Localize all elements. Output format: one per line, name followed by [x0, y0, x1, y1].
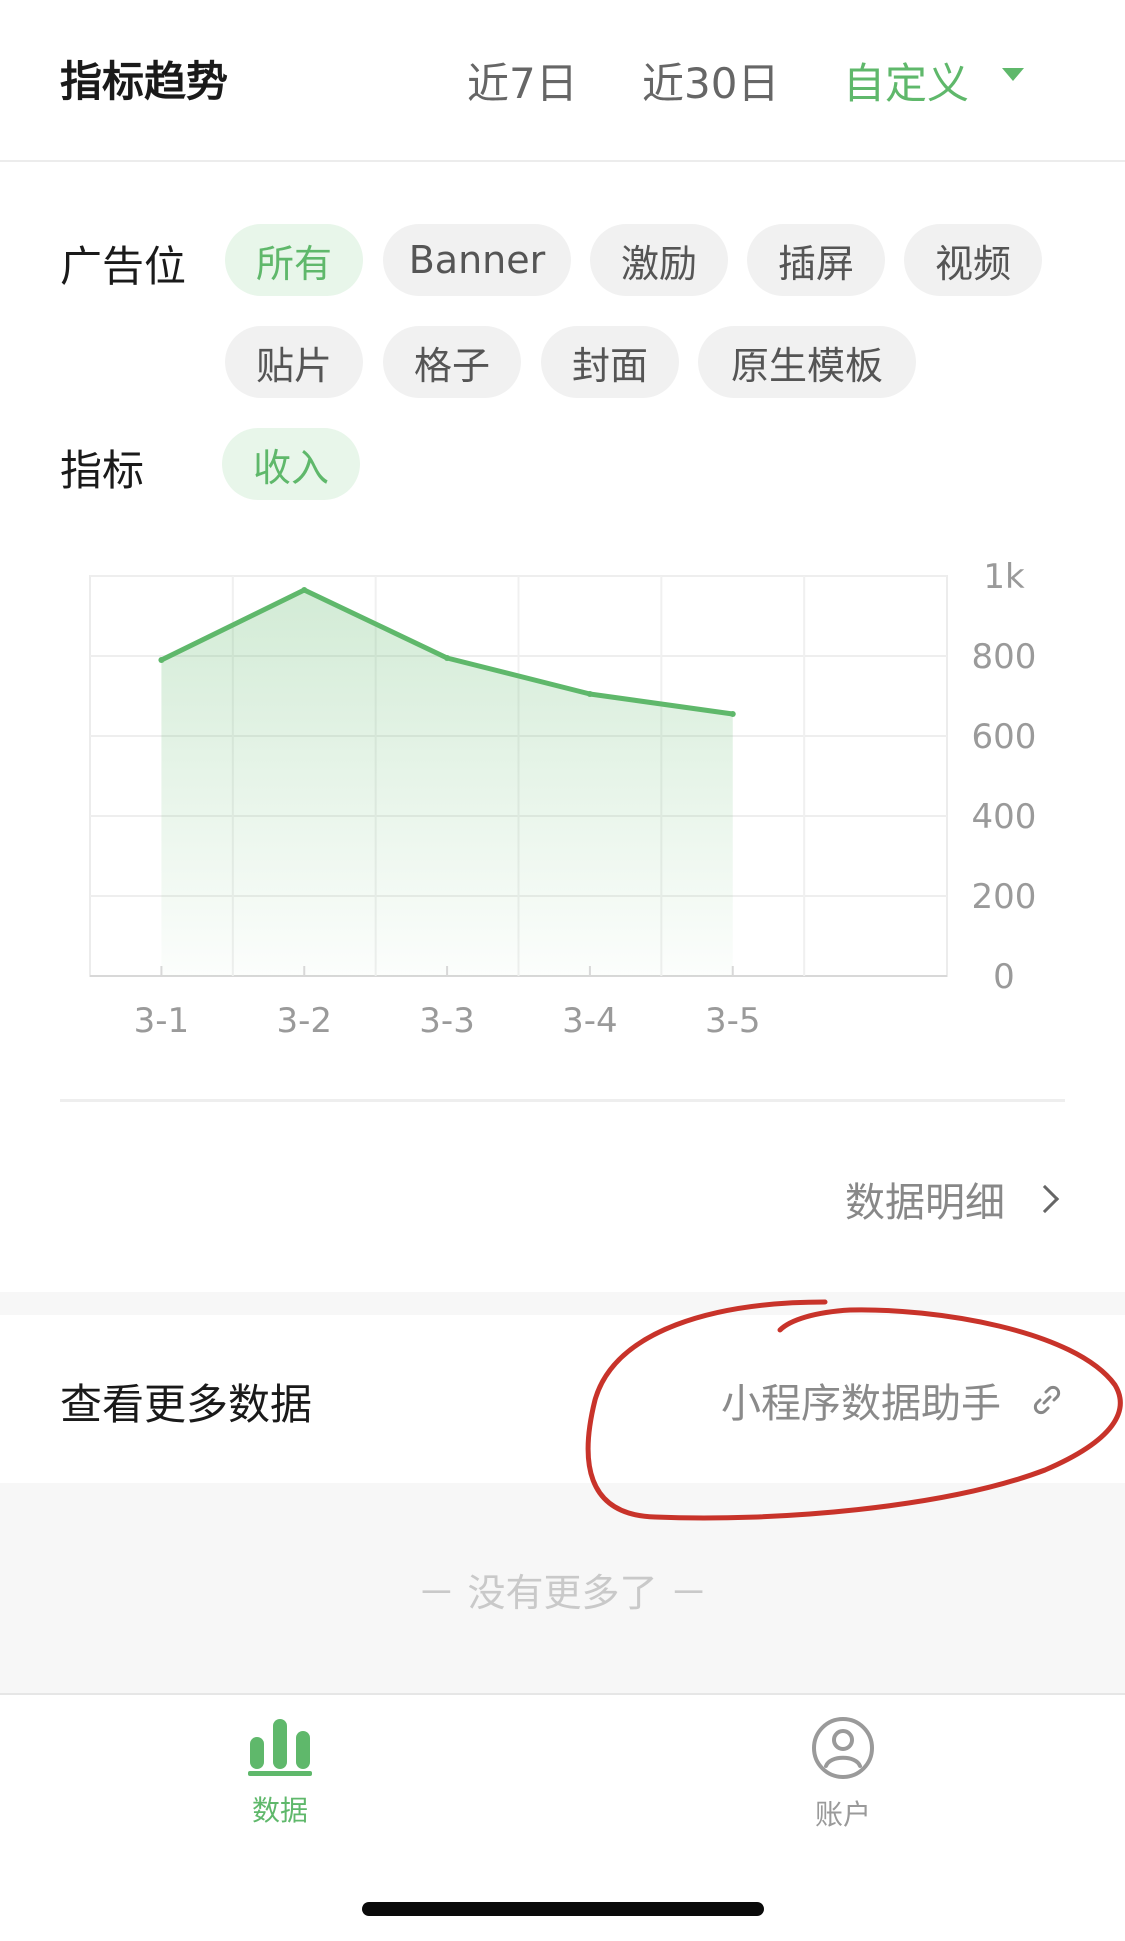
y-tick-label: 1k	[983, 557, 1025, 597]
y-tick-label: 200	[972, 877, 1037, 917]
data-assistant-link[interactable]: 小程序数据助手	[721, 1371, 1065, 1429]
x-tick-label: 3-2	[276, 1001, 332, 1041]
chevron-right-icon	[1030, 1184, 1060, 1214]
page-title: 指标趋势	[60, 57, 229, 106]
chart-divider	[60, 1099, 1065, 1102]
y-tick-label: 400	[972, 797, 1037, 837]
x-tick-label: 3-4	[562, 1001, 618, 1041]
range-tab-custom[interactable]: 自定义	[843, 50, 969, 111]
x-tick-label: 3-3	[419, 1001, 475, 1041]
chip-ad-slot-cover[interactable]: 封面	[541, 326, 679, 398]
chip-ad-slot-all[interactable]: 所有	[225, 224, 363, 296]
data-point-3-4	[586, 691, 593, 697]
chip-ad-slot-native-template[interactable]: 原生模板	[698, 326, 916, 398]
caret-down-icon[interactable]	[1002, 68, 1024, 81]
x-tick-label: 3-5	[705, 1001, 761, 1041]
chip-ad-slot-reward[interactable]: 激励	[590, 224, 728, 296]
chip-ad-slot-banner[interactable]: Banner	[383, 224, 571, 296]
user-icon	[812, 1717, 874, 1779]
data-point-3-5	[729, 711, 736, 717]
header: 指标趋势 近7日 近30日 自定义	[0, 0, 1125, 162]
y-tick-label: 600	[972, 717, 1037, 757]
tab-account-label: 账户	[814, 1798, 871, 1831]
revenue-trend-chart: 0 200 400 600 800 1k 3-1 3-2 3-3 3-4 3-5	[0, 540, 1125, 1060]
section-gap	[0, 1292, 1125, 1315]
chip-metric-revenue[interactable]: 收入	[222, 428, 360, 500]
bar-chart-icon	[248, 1719, 312, 1776]
more-data-row[interactable]: 查看更多数据 小程序数据助手	[0, 1315, 1125, 1483]
range-tab-30d[interactable]: 近30日	[642, 50, 779, 111]
data-detail-link[interactable]: 数据明细	[845, 1170, 1060, 1228]
data-detail-label: 数据明细	[845, 1180, 1005, 1226]
chip-ad-slot-preroll[interactable]: 贴片	[225, 326, 363, 398]
y-tick-label: 800	[972, 637, 1037, 677]
data-point-3-2	[301, 587, 308, 593]
data-point-3-1	[158, 657, 165, 663]
series-area	[161, 590, 733, 976]
chart-svg: 0 200 400 600 800 1k 3-1 3-2 3-3 3-4 3-5	[89, 557, 1037, 1041]
tab-data[interactable]: 数据	[180, 1715, 380, 1829]
link-icon	[1033, 1385, 1061, 1415]
tab-account[interactable]: 账户	[743, 1715, 943, 1833]
metric-label: 指标	[60, 446, 145, 495]
tab-data-label: 数据	[251, 1794, 308, 1827]
range-tab-7d[interactable]: 近7日	[467, 50, 578, 111]
more-data-label: 查看更多数据	[60, 1380, 313, 1429]
ad-slot-label: 广告位	[60, 242, 187, 291]
data-point-3-3	[444, 655, 451, 661]
x-tick-label: 3-1	[134, 1001, 190, 1041]
chip-ad-slot-grid[interactable]: 格子	[383, 326, 521, 398]
home-indicator	[362, 1902, 764, 1916]
chip-ad-slot-interstitial[interactable]: 插屏	[747, 224, 885, 296]
y-tick-label: 0	[993, 957, 1015, 997]
no-more-text: － 没有更多了 －	[417, 1571, 708, 1615]
data-assistant-label: 小程序数据助手	[721, 1381, 1001, 1427]
chip-ad-slot-video[interactable]: 视频	[904, 224, 1042, 296]
